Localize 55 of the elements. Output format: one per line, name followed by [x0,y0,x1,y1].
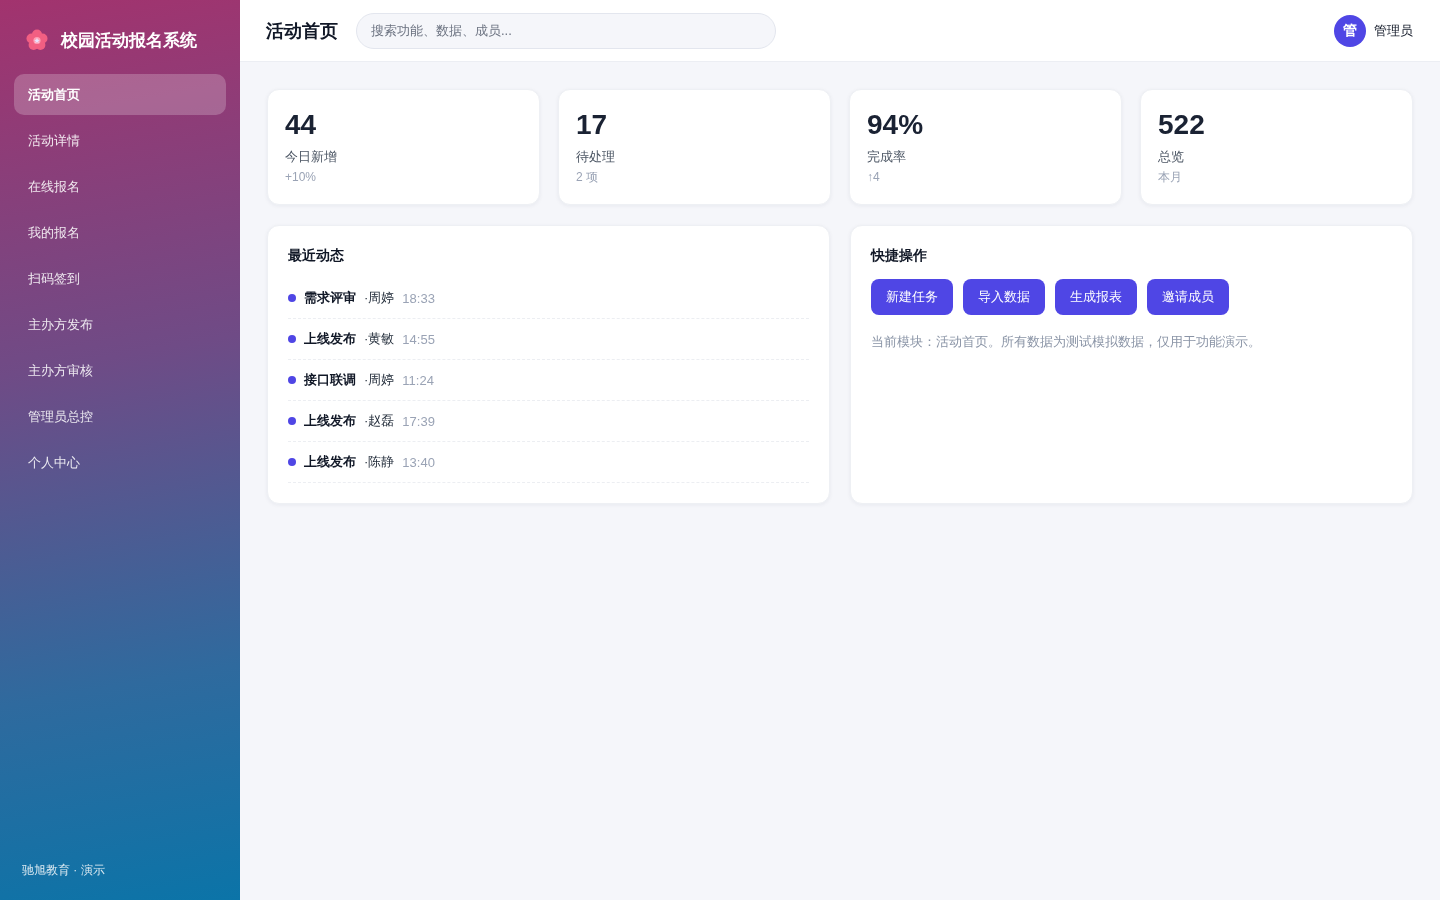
stat-label: 待处理 [576,148,615,166]
bullet-dot-icon [288,458,296,466]
stat-label: 完成率 [867,148,906,166]
action-button[interactable]: 导入数据 [963,279,1045,315]
panel-title: 最近动态 [288,246,344,265]
bullet-dot-icon [288,335,296,343]
flower-icon [26,29,48,51]
activity-person: ·黄敏 [364,330,395,348]
stat-value: 44 [285,108,317,142]
activity-time: 18:33 [402,290,435,306]
sidebar-item[interactable]: 活动首页 [14,74,226,115]
stat-note: ↑4 [867,169,880,185]
activity-time: 17:39 [402,413,435,429]
bullet-dot-icon [288,294,296,302]
action-button[interactable]: 生成报表 [1055,279,1137,315]
activity-title: 接口联调 [304,371,356,389]
activity-person: ·周婷 [364,289,395,307]
sidebar-item[interactable]: 扫码签到 [14,258,226,299]
panel-title: 快捷操作 [871,246,927,265]
activity-person: ·陈静 [364,453,395,471]
sidebar-item[interactable]: 在线报名 [14,166,226,207]
user-avatar[interactable]: 管 [1334,14,1366,47]
module-note: 当前模块：活动首页。所有数据为测试模拟数据，仅用于功能演示。 [871,333,1261,351]
footer-text: 驰旭教育 · 演示 [22,862,105,879]
sidebar-item[interactable]: 主办方发布 [14,304,226,345]
sidebar-item[interactable]: 个人中心 [14,442,226,483]
activity-title: 上线发布 [304,330,356,348]
page-title: 活动首页 [266,19,338,43]
user-name: 管理员 [1374,21,1413,40]
app-title: 校园活动报名系统 [61,29,197,52]
stat-label: 总览 [1158,148,1184,166]
activity-person: ·赵磊 [364,412,395,430]
bullet-dot-icon [288,376,296,384]
stat-note: +10% [285,169,317,185]
stat-note: 本月 [1158,169,1182,185]
action-button[interactable]: 邀请成员 [1147,279,1229,315]
activity-person: ·周婷 [364,371,395,389]
stat-note: 2 项 [576,169,598,185]
activity-time: 11:24 [402,372,434,388]
sidebar-item[interactable]: 管理员总控 [14,396,226,437]
stat-value: 17 [576,108,608,142]
activity-time: 13:40 [402,454,435,470]
bullet-dot-icon [288,417,296,425]
search-field[interactable]: 搜索功能、数据、成员... [356,12,776,49]
stat-value: 94% [867,108,924,142]
stat-value: 522 [1158,108,1205,142]
sidebar-item[interactable]: 我的报名 [14,212,226,253]
activity-title: 上线发布 [304,453,356,471]
action-button[interactable]: 新建任务 [871,279,953,315]
sidebar-item[interactable]: 主办方审核 [14,350,226,391]
activity-time: 14:55 [402,331,435,347]
stat-label: 今日新增 [285,148,337,166]
sidebar-item[interactable]: 活动详情 [14,120,226,161]
activity-title: 上线发布 [304,412,356,430]
activity-title: 需求评审 [304,289,356,307]
